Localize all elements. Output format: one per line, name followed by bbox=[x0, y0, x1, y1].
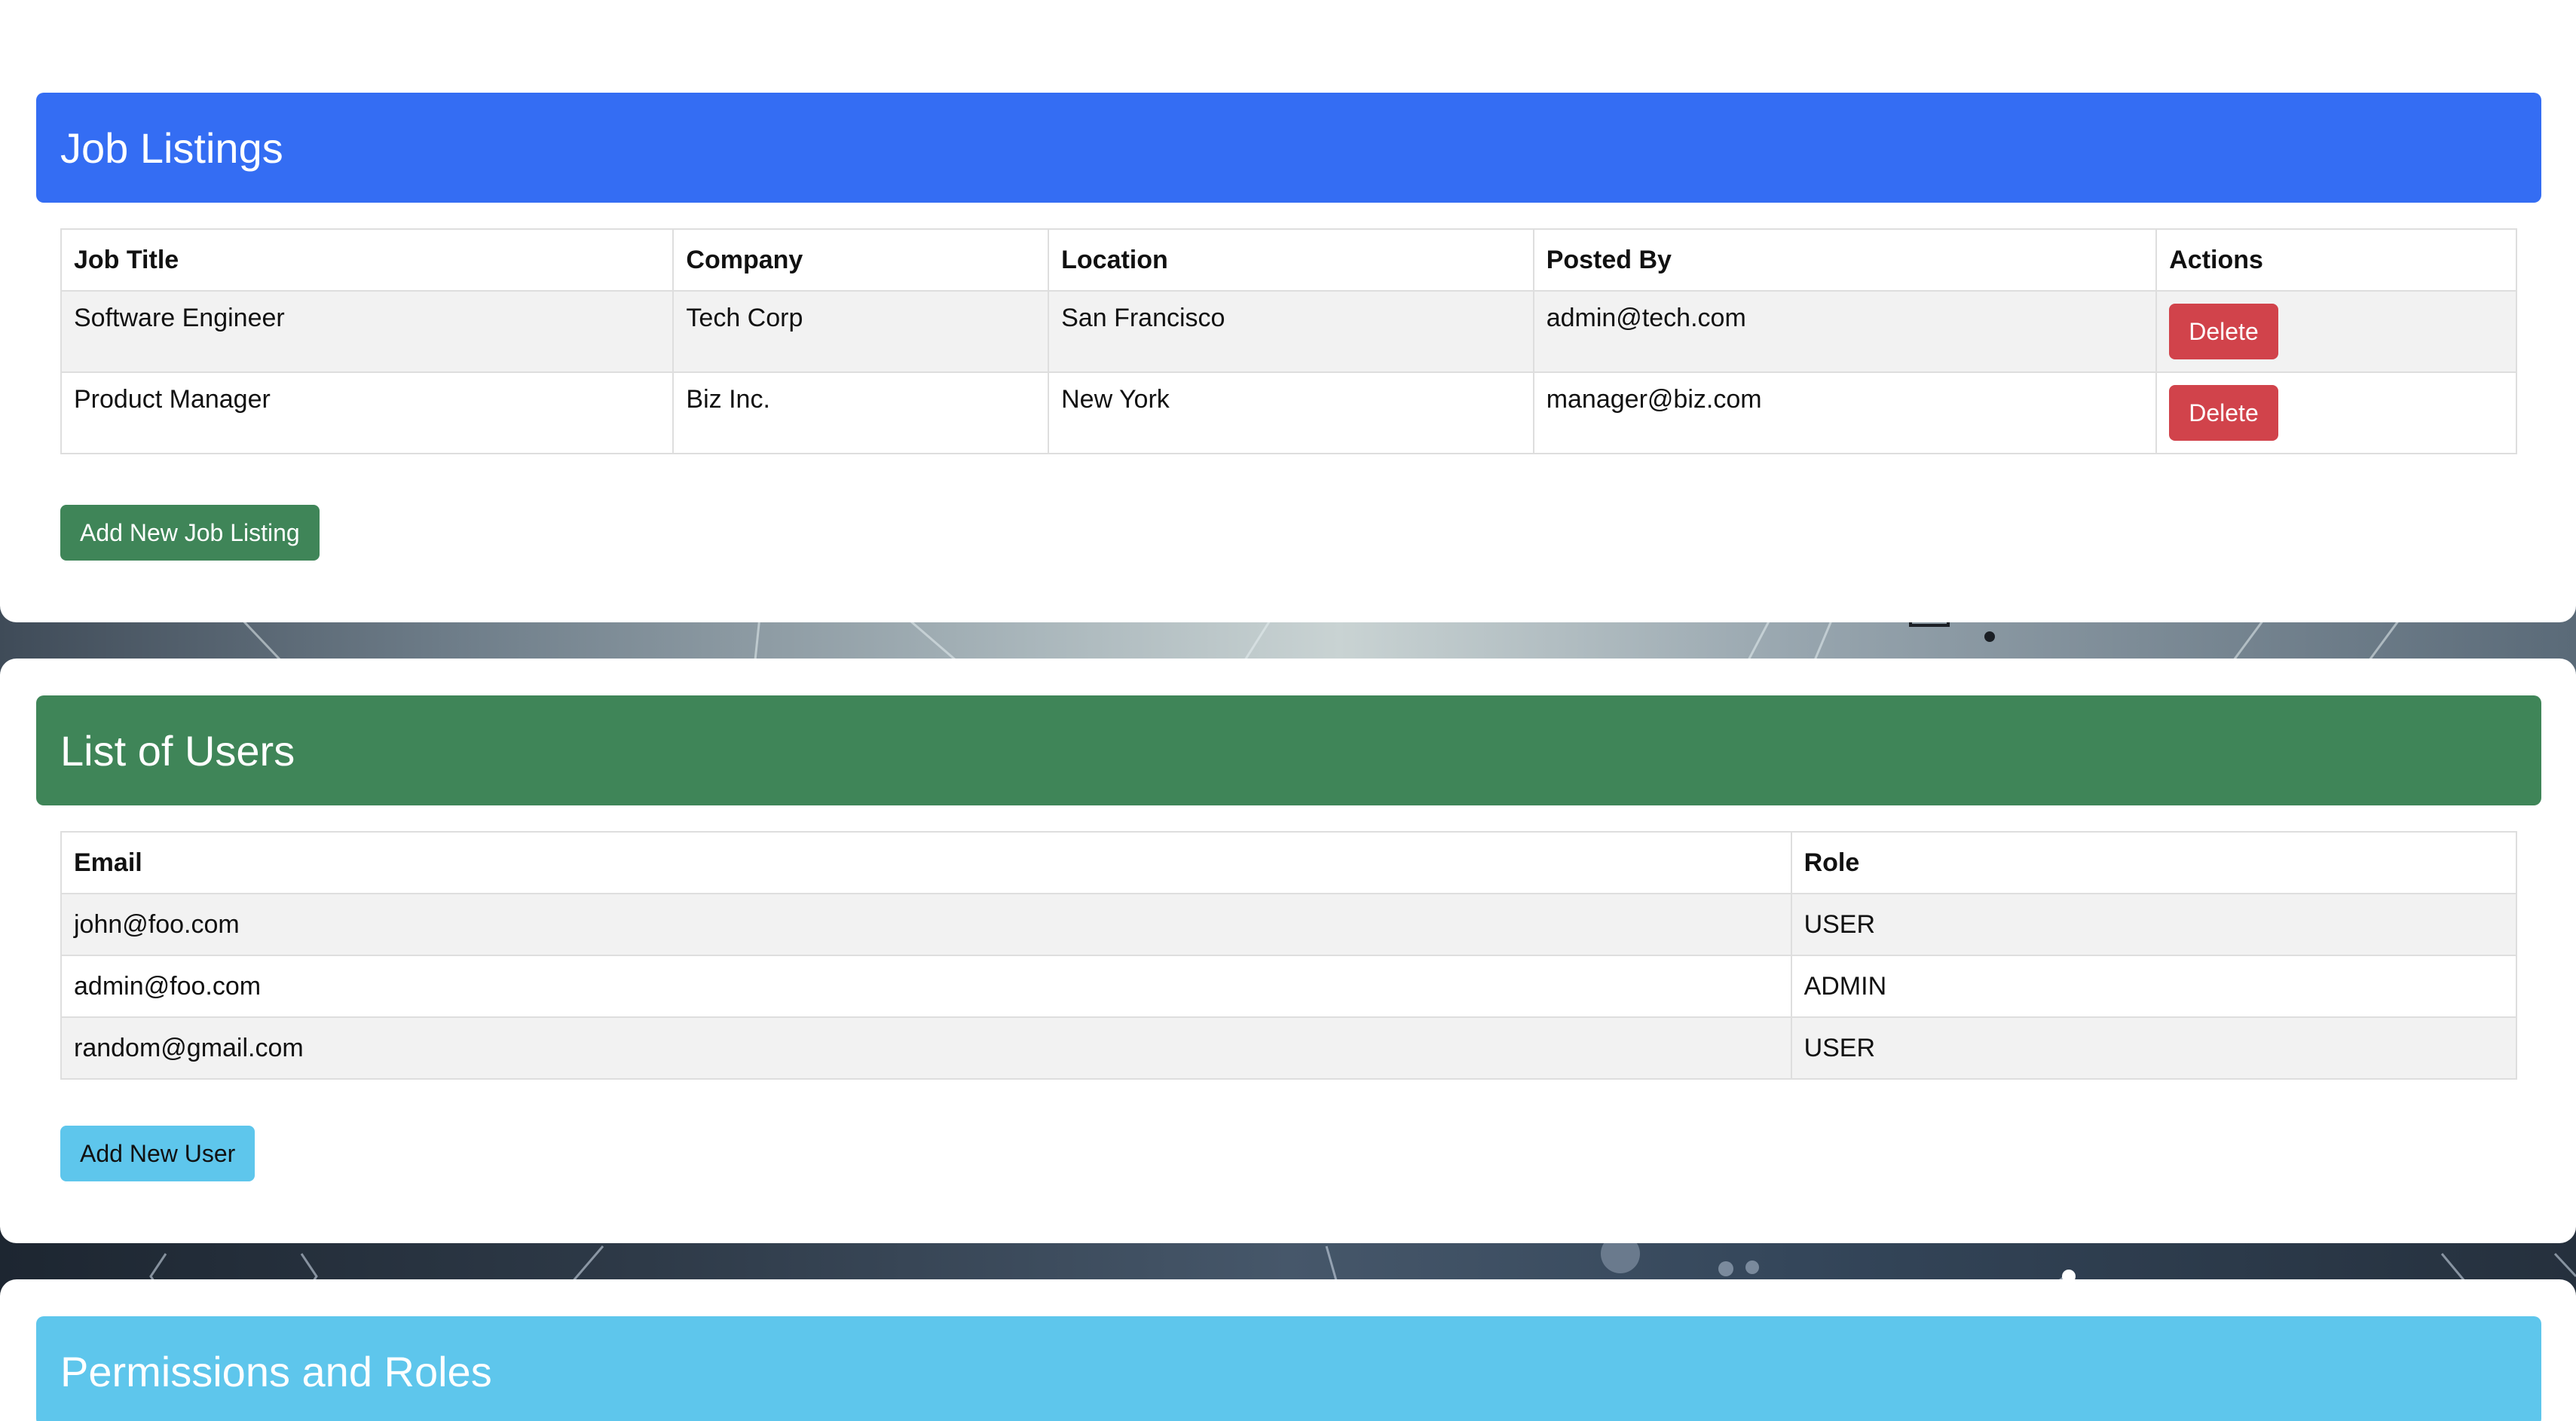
job-listings-table: Job Title Company Location Posted By Act… bbox=[60, 228, 2517, 454]
delete-button[interactable]: Delete bbox=[2169, 385, 2278, 441]
role-cell: USER bbox=[1790, 1016, 2518, 1080]
permissions-header: Permissions and Roles bbox=[36, 1316, 2541, 1421]
actions-cell: Delete bbox=[2155, 290, 2517, 373]
email-cell: random@gmail.com bbox=[60, 1016, 1792, 1080]
company-cell: Tech Corp bbox=[672, 290, 1050, 373]
posted-by-cell: manager@biz.com bbox=[1532, 371, 2158, 454]
add-user-button[interactable]: Add New User bbox=[60, 1126, 255, 1181]
table-row: Product Manager Biz Inc. New York manage… bbox=[60, 371, 2517, 454]
users-title: List of Users bbox=[60, 726, 295, 775]
job-title-cell: Software Engineer bbox=[60, 290, 675, 373]
table-header-row: Job Title Company Location Posted By Act… bbox=[60, 228, 2517, 292]
permissions-title: Permissions and Roles bbox=[60, 1347, 492, 1395]
table-row: random@gmail.com USER bbox=[60, 1016, 2518, 1080]
location-cell: New York bbox=[1048, 371, 1534, 454]
role-cell: ADMIN bbox=[1790, 955, 2518, 1018]
company-cell: Biz Inc. bbox=[672, 371, 1050, 454]
delete-button[interactable]: Delete bbox=[2169, 304, 2278, 359]
users-header: List of Users bbox=[36, 695, 2541, 805]
column-header-job-title: Job Title bbox=[60, 228, 675, 292]
email-cell: john@foo.com bbox=[60, 893, 1792, 956]
add-job-listing-button[interactable]: Add New Job Listing bbox=[60, 505, 320, 561]
column-header-actions: Actions bbox=[2155, 228, 2517, 292]
users-table: Email Role john@foo.com USER admin@foo.c… bbox=[60, 831, 2518, 1080]
email-cell: admin@foo.com bbox=[60, 955, 1792, 1018]
column-header-role: Role bbox=[1790, 831, 2518, 894]
actions-cell: Delete bbox=[2155, 371, 2517, 454]
job-title-cell: Product Manager bbox=[60, 371, 675, 454]
table-row: Software Engineer Tech Corp San Francisc… bbox=[60, 290, 2517, 373]
table-header-row: Email Role bbox=[60, 831, 2518, 894]
job-listings-panel: Job Listings Job Title Company Location … bbox=[0, 47, 2576, 622]
posted-by-cell: admin@tech.com bbox=[1532, 290, 2158, 373]
users-panel: List of Users Email Role john@foo.com US… bbox=[0, 659, 2576, 1243]
table-row: admin@foo.com ADMIN bbox=[60, 955, 2518, 1018]
column-header-email: Email bbox=[60, 831, 1792, 894]
job-listings-title: Job Listings bbox=[60, 124, 283, 172]
column-header-location: Location bbox=[1048, 228, 1534, 292]
job-listings-header: Job Listings bbox=[36, 93, 2541, 203]
location-cell: San Francisco bbox=[1048, 290, 1534, 373]
column-header-company: Company bbox=[672, 228, 1050, 292]
permissions-panel: Permissions and Roles bbox=[0, 1279, 2576, 1421]
column-header-posted-by: Posted By bbox=[1532, 228, 2158, 292]
role-cell: USER bbox=[1790, 893, 2518, 956]
table-row: john@foo.com USER bbox=[60, 893, 2518, 956]
